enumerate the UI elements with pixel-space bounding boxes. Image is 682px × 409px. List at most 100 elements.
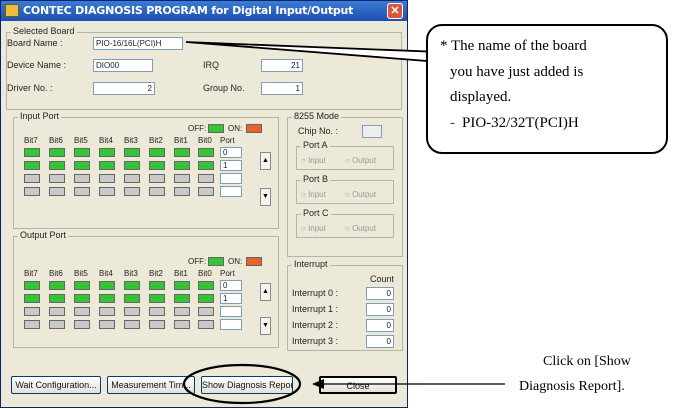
port-c-input-radio[interactable]: ○ Input [301,224,326,233]
show-diagnosis-report-button[interactable]: Show Diagnosis Report... [201,376,293,394]
output-bit-indicator[interactable] [49,320,65,329]
input-on-label: ON: [228,124,243,133]
port-c-input-text: Input [308,224,326,233]
port-b-group: Port B ○ Input ○ Output [296,174,394,204]
input-bit-indicator [24,148,40,157]
output-bit-indicator[interactable] [99,307,115,316]
output-bit-indicator[interactable] [74,307,90,316]
input-bit-indicator [198,148,214,157]
input-port-down-spinner[interactable]: ▼ [260,188,271,206]
interrupt-group: Interrupt Count Interrupt 0 : 0 Interrupt … [287,259,403,351]
interrupt-count-field: 0 [366,303,394,316]
output-bit-indicator[interactable] [24,281,40,290]
output-bit-indicator[interactable] [198,294,214,303]
callout-line-2: you have just added is [450,64,584,80]
close-icon[interactable]: ✕ [387,3,403,19]
port-a-group: Port A ○ Input ○ Output [296,140,394,170]
interrupt-row-label: Interrupt 1 : [292,304,339,314]
output-bit-indicator[interactable] [174,307,190,316]
driver-no-field: 2 [93,82,155,95]
group-no-label: Group No. [203,83,245,93]
output-bit-indicator[interactable] [198,281,214,290]
output-bit-indicator[interactable] [174,281,190,290]
output-port-down-spinner[interactable]: ▼ [260,317,271,335]
output-bit-indicator[interactable] [174,294,190,303]
input-bit-indicator [198,187,214,196]
close-button[interactable]: Close [319,376,397,394]
measurement-time-button[interactable]: Measurement Tim... [107,376,195,394]
output-bit-indicator[interactable] [24,307,40,316]
input-bit-indicator [149,161,165,170]
input-on-indicator [246,124,262,133]
input-port-up-spinner[interactable]: ▲ [260,152,271,170]
input-bit-indicator [198,174,214,183]
port-b-output-radio[interactable]: ○ Output [345,190,376,199]
output-bit-indicator[interactable] [49,294,65,303]
input-bit-indicator [174,187,190,196]
input-bit-indicator [124,161,140,170]
output-bit-indicator[interactable] [24,320,40,329]
output-bit-indicator[interactable] [174,320,190,329]
interrupt-row-label: Interrupt 0 : [292,288,339,298]
output-bit-indicator[interactable] [149,281,165,290]
output-bit-indicator[interactable] [74,294,90,303]
chip-no-select[interactable] [362,125,382,138]
output-bit-indicator[interactable] [49,281,65,290]
output-port-number [220,306,242,317]
output-bit-indicator[interactable] [149,294,165,303]
callout-line-3: displayed. [450,89,512,105]
input-bit-indicator [124,187,140,196]
output-bit-indicator[interactable] [124,307,140,316]
input-bit-indicator [99,161,115,170]
input-bit-indicator [99,174,115,183]
input-bit-indicator [149,148,165,157]
output-bit-indicator[interactable] [74,281,90,290]
output-bit-indicator[interactable] [198,320,214,329]
port-b-label: Port B [301,174,331,184]
output-port-number [220,319,242,330]
output-bit-indicator[interactable] [198,307,214,316]
port-b-input-radio[interactable]: ○ Input [301,190,326,199]
output-bit-indicator[interactable] [124,320,140,329]
output-header-bit1: Bit1 [174,269,188,278]
input-bit-indicator [174,161,190,170]
input-header-bit6: Bit6 [49,136,63,145]
output-header-bit4: Bit4 [99,269,113,278]
input-bit-indicator [24,174,40,183]
output-port-group: Output Port OFF: ON: Bit7 Bit6 Bit5 Bit4 Bit… [13,230,279,348]
port-c-output-radio[interactable]: ○ Output [345,224,376,233]
output-port-number: 1 [220,293,242,304]
port-a-label: Port A [301,140,330,150]
title-bar[interactable]: CONTEC DIAGNOSIS PROGRAM for Digital Inp… [1,1,407,21]
count-label: Count [370,274,395,284]
input-port-label: Input Port [18,111,62,121]
input-header-bit3: Bit3 [124,136,138,145]
output-bit-indicator[interactable] [149,307,165,316]
output-bit-indicator[interactable] [74,320,90,329]
input-port-number: 1 [220,160,242,171]
output-bit-indicator[interactable] [24,294,40,303]
output-header-bit6: Bit6 [49,269,63,278]
input-port-number [220,173,242,184]
port-a-input-radio[interactable]: ○ Input [301,156,326,165]
wait-configuration-button[interactable]: Wait Configuration... [11,376,101,394]
input-bit-indicator [74,187,90,196]
output-port-number: 0 [220,280,242,291]
output-bit-indicator[interactable] [99,281,115,290]
interrupt-label: Interrupt [292,259,330,269]
output-bit-indicator[interactable] [124,281,140,290]
input-header-bit1: Bit1 [174,136,188,145]
input-bit-indicator [49,174,65,183]
port-a-output-radio[interactable]: ○ Output [345,156,376,165]
output-bit-indicator[interactable] [49,307,65,316]
chip-no-label: Chip No. : [298,126,339,136]
output-bit-indicator[interactable] [99,294,115,303]
output-port-up-spinner[interactable]: ▲ [260,283,271,301]
output-bit-indicator[interactable] [99,320,115,329]
output-bit-indicator[interactable] [124,294,140,303]
input-bit-indicator [24,161,40,170]
device-name-label: Device Name : [7,60,67,70]
output-bit-indicator[interactable] [149,320,165,329]
input-header-bit0: Bit0 [198,136,212,145]
input-bit-indicator [74,148,90,157]
